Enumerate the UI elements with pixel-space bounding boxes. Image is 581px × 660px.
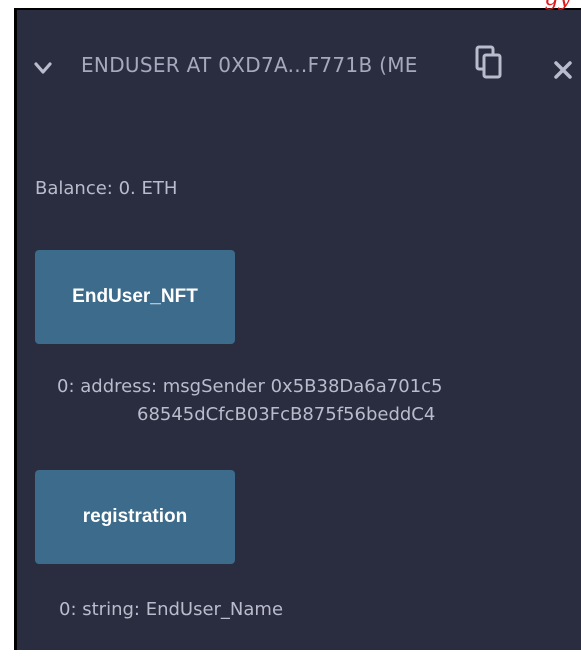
balance-label: Balance: 0. ETH <box>35 178 178 199</box>
copy-icon[interactable] <box>475 45 503 81</box>
close-icon[interactable] <box>552 59 574 81</box>
enduser-nft-output: 0: address: msgSender 0x5B38Da6a701c5 68… <box>57 373 443 429</box>
enduser-nft-output-line1: 0: address: msgSender 0x5B38Da6a701c5 <box>57 376 443 397</box>
registration-button[interactable]: registration <box>35 470 235 564</box>
registration-output: 0: string: EndUser_Name <box>59 599 284 620</box>
enduser-nft-output-line2: 68545dCfcB03FcB875f56beddC4 <box>137 404 436 425</box>
deployed-contract-panel: ENDUSER AT 0XD7A...F771B (ME Balance: 0.… <box>14 10 581 650</box>
contract-header[interactable]: ENDUSER AT 0XD7A...F771B (ME <box>17 10 581 116</box>
contract-title: ENDUSER AT 0XD7A...F771B (ME <box>81 53 418 77</box>
enduser-nft-button[interactable]: EndUser_NFT <box>35 250 235 344</box>
page: gy ENDUSER AT 0XD7A...F771B (ME Balance:… <box>0 0 581 660</box>
chevron-down-icon[interactable] <box>33 58 53 78</box>
